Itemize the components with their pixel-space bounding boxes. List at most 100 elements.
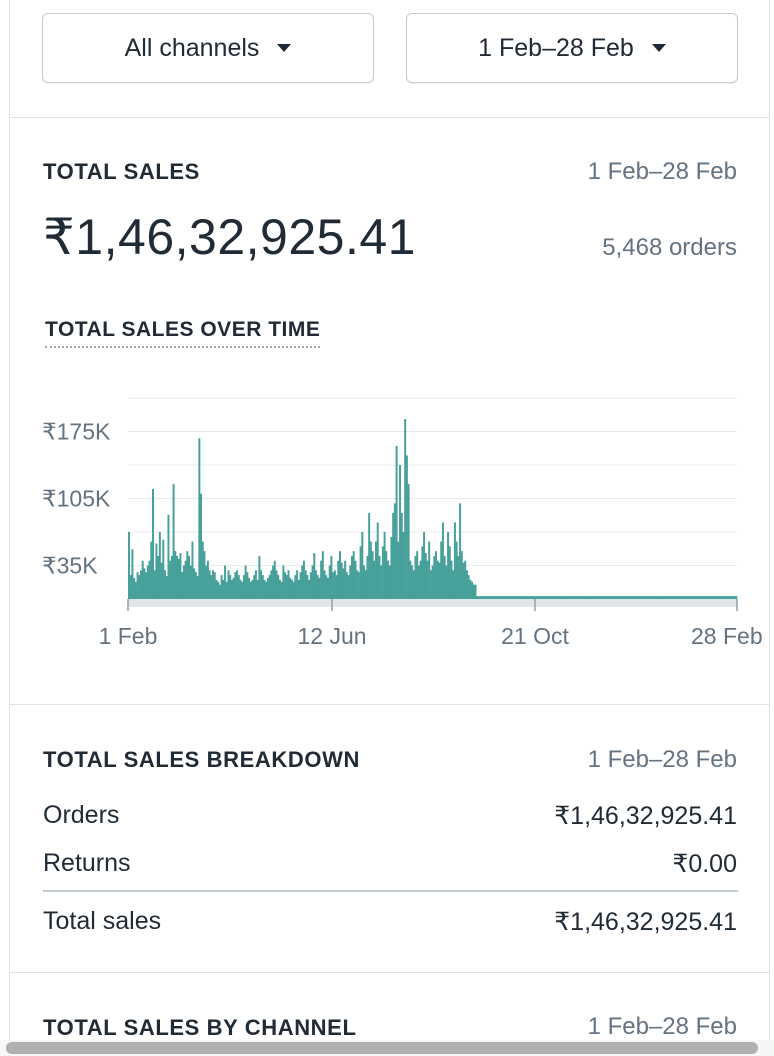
- chart-bar: [428, 541, 431, 599]
- chart-bar: [453, 522, 456, 599]
- chart-bar: [357, 572, 360, 599]
- chart-bar: [733, 596, 736, 599]
- chart-bar: [198, 438, 201, 599]
- chart-bar: [361, 532, 364, 599]
- chart-bar: [498, 596, 501, 599]
- chart-bar: [500, 596, 503, 599]
- by-channel-date-range: 1 Feb–28 Feb: [587, 1013, 737, 1040]
- chart-bar: [337, 560, 340, 599]
- chart-bar: [236, 570, 239, 599]
- total-sales-amount: ₹1,46,32,925.41: [43, 209, 416, 265]
- chart-bar: [515, 596, 518, 599]
- chart-bar: [491, 596, 494, 599]
- chart-bar: [661, 596, 664, 599]
- chart-bar: [472, 584, 475, 599]
- chart-bar: [608, 596, 611, 599]
- chart-bar: [630, 596, 633, 599]
- chart-bar: [579, 596, 582, 599]
- chart-bar: [388, 565, 391, 599]
- chart-bar: [345, 572, 348, 599]
- chart-bar: [318, 577, 321, 599]
- chart-bar: [572, 596, 575, 599]
- chart-bar: [277, 575, 280, 599]
- chart-bar: [212, 570, 215, 599]
- chart-bar: [556, 596, 559, 599]
- chart-bar: [620, 596, 623, 599]
- chart-bar: [524, 596, 527, 599]
- chart-bar: [201, 541, 204, 599]
- chart-bar: [652, 596, 655, 599]
- chart-bar: [292, 581, 295, 599]
- chart-bar: [460, 551, 463, 599]
- chart-bar: [565, 596, 568, 599]
- chart-bar: [651, 596, 654, 599]
- chart-bar: [309, 572, 312, 599]
- chart-bar: [152, 488, 154, 599]
- chart-bar: [194, 572, 197, 599]
- chart-bar: [501, 596, 504, 599]
- chart-bar: [162, 539, 165, 599]
- chart-bar: [536, 596, 539, 599]
- chart-bar: [471, 581, 474, 599]
- chart-bar: [685, 596, 688, 599]
- x-axis-baseline: [128, 599, 737, 607]
- chart-bar: [709, 596, 712, 599]
- orders-count: 5,468 orders: [602, 234, 737, 261]
- chart-bar: [682, 596, 685, 599]
- chart-bar: [627, 596, 630, 599]
- chart-bar: [592, 596, 595, 599]
- chart-bar: [640, 596, 643, 599]
- chart-bar: [378, 555, 381, 599]
- chart-bar: [469, 579, 472, 599]
- chart-bar: [282, 565, 285, 599]
- chart-bar: [191, 541, 194, 599]
- chart-bar: [452, 570, 455, 599]
- chart-bar: [366, 555, 369, 599]
- chart-bar: [438, 562, 441, 599]
- chart-bar: [675, 596, 678, 599]
- chart-bar: [568, 596, 571, 599]
- chart-bar: [520, 596, 523, 599]
- chart-bar: [253, 575, 256, 599]
- chart-bar: [517, 596, 520, 599]
- chart-bar: [160, 562, 163, 599]
- chart-bar: [412, 570, 415, 599]
- total-sales-row-label: Total sales: [43, 907, 162, 935]
- chart-bar: [268, 575, 271, 599]
- chart-bar: [513, 596, 516, 599]
- chart-bar: [654, 596, 657, 599]
- chart-bar: [225, 581, 228, 599]
- chart-bar: [724, 596, 727, 599]
- chart-bar: [349, 565, 352, 599]
- chart-bar: [220, 575, 223, 599]
- date-range-select[interactable]: 1 Feb–28 Feb: [406, 13, 738, 83]
- chart-bar: [314, 570, 317, 599]
- chart-bar: [256, 579, 259, 599]
- chart-bar: [704, 596, 707, 599]
- chart-bar: [663, 596, 666, 599]
- chart-bar: [244, 565, 247, 599]
- chart-bar: [544, 596, 547, 599]
- chart-bar: [426, 560, 429, 599]
- chart-bar: [615, 596, 618, 599]
- channel-select[interactable]: All channels: [42, 13, 374, 83]
- chart-bar: [445, 565, 448, 599]
- chart-bar: [443, 555, 446, 599]
- chart-bar: [182, 565, 185, 599]
- x-tick-label: 28 Feb: [691, 623, 763, 649]
- chart-bar: [467, 575, 470, 599]
- chart-bar: [218, 584, 221, 599]
- chart-bar: [302, 560, 305, 599]
- scrollbar-thumb[interactable]: [6, 1042, 758, 1054]
- chart-bar: [610, 596, 613, 599]
- chart-bar: [246, 572, 249, 599]
- chart-bar: [711, 596, 714, 599]
- chart-bar: [383, 532, 386, 599]
- chart-bar: [604, 596, 607, 599]
- chart-title[interactable]: TOTAL SALES OVER TIME: [45, 318, 321, 348]
- chart-bar: [567, 596, 570, 599]
- chart-bar: [707, 596, 710, 599]
- chart-bar: [486, 596, 489, 599]
- chart-bar: [140, 570, 142, 599]
- divider: [10, 704, 769, 705]
